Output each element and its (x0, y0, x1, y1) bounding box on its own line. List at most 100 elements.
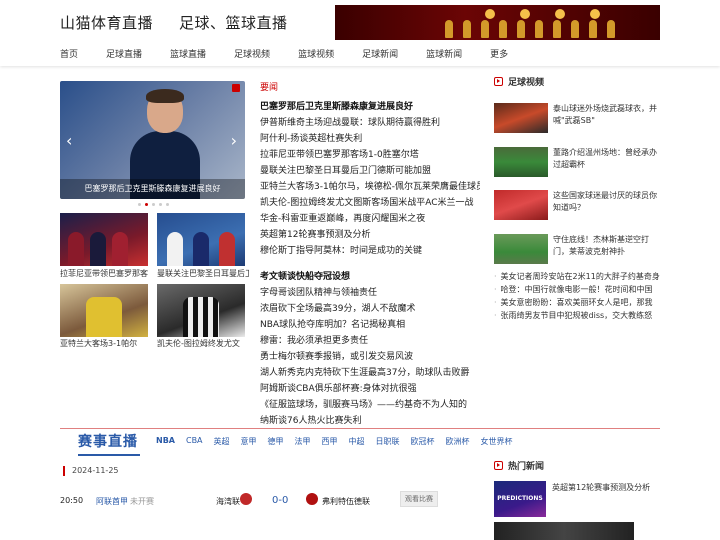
thumb-image[interactable] (157, 213, 245, 266)
tab-league[interactable]: 德甲 (268, 436, 284, 447)
news-section-title: 要闻 (260, 83, 279, 93)
match-status: 未开赛 (130, 497, 154, 506)
list-item[interactable]: 美女记者周玲安站在2米11的大胖子约基奇身 (494, 270, 664, 283)
league-tabs: NBA CBA 英超 意甲 德甲 法甲 西甲 中超 日职联 欧冠杯 欧洲杯 女世界杯 (156, 436, 524, 447)
hot-news-header[interactable]: 热门新闻 (494, 459, 544, 472)
away-team[interactable]: 弗利特伍德联 (322, 496, 370, 507)
carousel-dot[interactable] (138, 203, 141, 206)
video-title: 这些国家球迷最讨厌的球员你知道吗？ (553, 191, 657, 212)
video-thumb (494, 147, 548, 177)
tab-league[interactable]: NBA (156, 436, 175, 447)
video-title: 守住底线！杰林斯基逆空打门，莱蒂波克射神扑 (553, 235, 649, 256)
carousel-dot[interactable] (159, 203, 162, 206)
news-item[interactable]: 勇士梅尔顿赛季报销，或引发交易风波 (260, 349, 480, 365)
carousel-prev-icon[interactable]: ‹ (66, 131, 72, 150)
promo-banner[interactable] (335, 5, 660, 40)
news-item[interactable]: 拉菲尼亚带领巴塞罗那客场1-0胜塞尔塔 (260, 147, 480, 163)
video-icon (494, 77, 503, 86)
carousel-dot[interactable] (145, 203, 148, 206)
video-text-list: 美女记者周玲安站在2米11的大胖子约基奇身 哈登：中国行就像电影一般！花时间和中… (494, 270, 664, 322)
news-carousel[interactable]: ‹ › 巴塞罗那后卫克里斯滕森康复进展良好 (60, 81, 245, 199)
video-item[interactable]: 泰山球迷外场烧武磊球衣，并喊"武磊SB" (494, 103, 664, 133)
nav-home[interactable]: 首页 (60, 47, 78, 60)
video-thumb (494, 190, 548, 220)
news-item[interactable]: 考文顿谈快船夺冠设想 (260, 269, 480, 285)
news-item[interactable]: 凯夫伦-图拉姆终发尤文图斯客场国米战平AC米兰一战 (260, 195, 480, 211)
match-date: 2024-11-25 (63, 466, 119, 476)
thumb-image[interactable] (60, 213, 148, 266)
news-item[interactable]: 阿什利-扬谈英超杜赛失利 (260, 131, 480, 147)
logo-title: 山猫体育直播 (60, 14, 154, 32)
site-header: 山猫体育直播 足球、篮球直播 首页 足球直播 篮球直播 足球视频 篮球视频 足球新… (0, 0, 720, 66)
list-item[interactable]: 美女意密盼盼：喜欢美丽环女人是吧，那我 (494, 296, 664, 309)
news-item[interactable]: 穆伦斯丁指导阿莫林：时间是成功的关键 (260, 243, 480, 259)
thumb-image[interactable] (60, 284, 148, 337)
thumb-caption[interactable]: 凯夫伦-图拉姆终发尤文 (157, 338, 249, 349)
nav-football-video[interactable]: 足球视频 (234, 47, 270, 60)
video-section-header[interactable]: 足球视频 (494, 75, 544, 88)
video-item[interactable]: 守住底线！杰林斯基逆空打门，莱蒂波克射神扑 (494, 234, 664, 264)
hot-news-image[interactable]: PREDICTIONS (494, 481, 546, 517)
news-item[interactable]: 浓眉砍下全场最高39分，湖人不敌魔术 (260, 301, 480, 317)
match-row: 20:50 阿联酋甲 未开赛 海湾联 0-0 弗利特伍德联 观看比赛 (60, 488, 440, 512)
logo-subtitle: 足球、篮球直播 (179, 14, 288, 32)
home-team-badge-icon (240, 493, 252, 505)
tab-league[interactable]: 意甲 (241, 436, 257, 447)
home-team[interactable]: 海湾联 (216, 496, 240, 507)
tab-league[interactable]: 日职联 (376, 436, 400, 447)
news-item[interactable]: 亚特兰大客场3-1帕尔马，埃德松-佩尔瓦莱荣膺最佳球员 (260, 179, 480, 195)
hot-news-image[interactable] (494, 522, 634, 540)
carousel-dot[interactable] (152, 203, 155, 206)
news-item[interactable]: 巴塞罗那后卫克里斯滕森康复进展良好 (260, 99, 480, 115)
thumb-caption[interactable]: 曼联关注巴黎圣日耳曼后卫 (157, 268, 249, 279)
nav-basketball-live[interactable]: 篮球直播 (170, 47, 206, 60)
nav-football-live[interactable]: 足球直播 (106, 47, 142, 60)
nav-football-news[interactable]: 足球新闻 (362, 47, 398, 60)
thumb-caption[interactable]: 拉菲尼亚带领巴塞罗那客 (60, 268, 152, 279)
video-item[interactable]: 董路介绍温州场地：曾经承办过超霸杯 (494, 147, 664, 177)
nav-basketball-video[interactable]: 篮球视频 (298, 47, 334, 60)
hot-news-title: 热门新闻 (508, 462, 545, 472)
thumb-caption[interactable]: 亚特兰大客场3-1帕尔 (60, 338, 152, 349)
hot-news-item[interactable]: 英超第12轮赛事预测及分析 (552, 482, 650, 493)
news-item[interactable]: 曼联关注巴黎圣日耳曼后卫门德斯可能加盟 (260, 163, 480, 179)
carousel-more-icon[interactable] (232, 84, 240, 92)
news-item[interactable]: NBA球队抢夺库明加？名记揭秘真相 (260, 317, 480, 333)
live-section-title: 赛事直播 (78, 431, 140, 456)
news-item[interactable]: 字母哥谈团队精神与领袖责任 (260, 285, 480, 301)
news-item[interactable]: 阿姆斯谈CBA俱乐部杯赛:身体对抗很强 (260, 381, 480, 397)
tab-league[interactable]: 英超 (214, 436, 230, 447)
match-league[interactable]: 阿联酋甲 (96, 496, 128, 507)
news-item[interactable]: 纳斯谈76人热火比赛失利 (260, 413, 480, 429)
news-item[interactable]: 湖人新秀克内克特砍下生涯最高37分，助球队击败爵 (260, 365, 480, 381)
news-item[interactable]: 华金-科雷亚重返巅峰，再度闪耀国米之夜 (260, 211, 480, 227)
carousel-caption[interactable]: 巴塞罗那后卫克里斯滕森康复进展良好 (60, 179, 245, 199)
list-item[interactable]: 哈登：中国行就像电影一般！花时间和中国 (494, 283, 664, 296)
news-icon (494, 461, 503, 470)
main-nav: 首页 足球直播 篮球直播 足球视频 篮球视频 足球新闻 篮球新闻 更多 (60, 47, 536, 60)
tab-league[interactable]: 中超 (349, 436, 365, 447)
tab-league[interactable]: 法甲 (295, 436, 311, 447)
news-item[interactable]: 英超第12轮赛事预测及分析 (260, 227, 480, 243)
watch-match-button[interactable]: 观看比赛 (400, 491, 438, 507)
headline-news: 要闻 巴塞罗那后卫克里斯滕森康复进展良好 伊普斯维奇主场迎战曼联：球队期待赢得胜利… (260, 80, 480, 429)
tab-league[interactable]: 女世界杯 (481, 436, 513, 447)
site-logo[interactable]: 山猫体育直播 足球、篮球直播 (60, 12, 288, 33)
carousel-dot[interactable] (166, 203, 169, 206)
tab-league[interactable]: CBA (186, 436, 203, 447)
video-title: 董路介绍温州场地：曾经承办过超霸杯 (553, 148, 657, 169)
video-thumb (494, 103, 548, 133)
nav-basketball-news[interactable]: 篮球新闻 (426, 47, 462, 60)
nav-more[interactable]: 更多 (490, 47, 508, 60)
news-item[interactable]: 伊普斯维奇主场迎战曼联：球队期待赢得胜利 (260, 115, 480, 131)
tab-league[interactable]: 西甲 (322, 436, 338, 447)
tab-league[interactable]: 欧洲杯 (446, 436, 470, 447)
tab-league[interactable]: 欧冠杯 (411, 436, 435, 447)
news-item[interactable]: 穆雷：我必须承担更多责任 (260, 333, 480, 349)
carousel-next-icon[interactable]: › (231, 131, 237, 150)
video-item[interactable]: 这些国家球迷最讨厌的球员你知道吗？ (494, 190, 664, 220)
thumb-image[interactable] (157, 284, 245, 337)
list-item[interactable]: 张雨绮男友节目中犯规被diss，交大教练怒 (494, 309, 664, 322)
live-section: 赛事直播 NBA CBA 英超 意甲 德甲 法甲 西甲 中超 日职联 欧冠杯 欧洲杯 女世界杯 (60, 428, 660, 456)
news-item[interactable]: 《征服篮球场，驯服赛马场》——约基奇不为人知的 (260, 397, 480, 413)
